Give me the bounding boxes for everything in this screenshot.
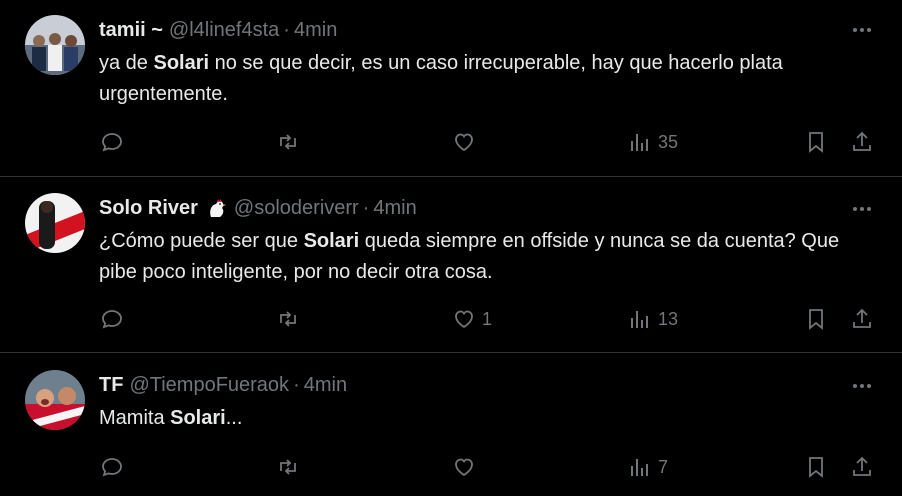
- reply-icon: [102, 310, 122, 329]
- separator-dot: ·: [362, 196, 370, 219]
- tweet[interactable]: tamii ~ @l4linef4sta · 4min ya de Solari…: [0, 0, 902, 177]
- action-bar: 7: [0, 452, 902, 482]
- view-count: 13: [658, 308, 679, 329]
- separator-dot: ·: [293, 373, 300, 396]
- share-icon: [853, 131, 871, 151]
- like-button[interactable]: [452, 127, 482, 157]
- more-icon: [853, 28, 871, 32]
- views-button[interactable]: 7: [628, 452, 668, 482]
- reply-button[interactable]: [100, 127, 130, 157]
- views-icon: [631, 459, 648, 476]
- reply-button[interactable]: [100, 452, 130, 482]
- display-name[interactable]: TF: [99, 374, 123, 397]
- user-handle[interactable]: @soloderiverr: [234, 197, 359, 220]
- user-handle[interactable]: @l4linef4sta: [169, 19, 279, 42]
- reply-button[interactable]: [100, 304, 130, 334]
- like-button[interactable]: 1: [452, 304, 492, 334]
- retweet-icon: [280, 459, 296, 475]
- retweet-icon: [280, 134, 296, 150]
- text-segment: ...: [225, 407, 243, 429]
- avatar[interactable]: [25, 193, 85, 253]
- like-count: 1: [482, 308, 493, 329]
- rooster-emoji-icon: [206, 197, 228, 219]
- view-count: 35: [658, 131, 679, 152]
- timestamp[interactable]: 4min: [304, 374, 347, 397]
- text-segment: Mamita: [99, 407, 171, 429]
- views-icon: [631, 134, 648, 151]
- highlighted-keyword: Solari: [170, 407, 226, 429]
- retweet-button[interactable]: [276, 127, 306, 157]
- share-button[interactable]: [850, 127, 874, 157]
- tweet[interactable]: Solo River @soloderiverr · 4min ¿Cómo pu…: [0, 177, 902, 353]
- retweet-button[interactable]: [276, 452, 306, 482]
- bookmark-button[interactable]: [804, 452, 828, 482]
- tweet-header: tamii ~ @l4linef4sta · 4min: [99, 15, 337, 45]
- bookmark-icon: [809, 457, 823, 478]
- more-options-button[interactable]: [850, 18, 874, 42]
- more-icon: [853, 207, 871, 211]
- tweet[interactable]: TF @TiempoFueraok · 4min Mamita Solari..…: [0, 353, 902, 496]
- display-name[interactable]: Solo River: [99, 197, 198, 220]
- avatar[interactable]: [25, 370, 85, 430]
- view-count: 7: [658, 456, 669, 477]
- retweet-button[interactable]: [276, 304, 306, 334]
- highlighted-keyword: Solari: [303, 230, 360, 252]
- separator-dot: ·: [283, 18, 290, 41]
- more-options-button[interactable]: [850, 197, 874, 221]
- views-icon: [631, 311, 648, 328]
- highlighted-keyword: Solari: [153, 52, 210, 74]
- text-segment: ¿Cómo puede ser que: [99, 230, 304, 252]
- timestamp[interactable]: 4min: [294, 19, 337, 42]
- bookmark-button[interactable]: [804, 127, 828, 157]
- share-button[interactable]: [850, 452, 874, 482]
- tweet-text: Mamita Solari...: [99, 403, 862, 434]
- tweet-text: ¿Cómo puede ser que Solari queda siempre…: [99, 226, 862, 288]
- bookmark-icon: [809, 309, 823, 330]
- reply-icon: [102, 458, 122, 477]
- user-handle[interactable]: @TiempoFueraok: [129, 374, 289, 397]
- more-icon: [853, 384, 871, 388]
- like-icon: [455, 310, 473, 329]
- share-icon: [853, 456, 871, 476]
- share-icon: [853, 308, 871, 328]
- bookmark-button[interactable]: [804, 304, 828, 334]
- like-icon: [455, 133, 473, 152]
- tweet-header: Solo River @soloderiverr · 4min: [99, 193, 417, 223]
- text-segment: ya de: [99, 52, 154, 74]
- bookmark-icon: [809, 132, 823, 153]
- tweet-text: ya de Solari no se que decir, es un caso…: [99, 48, 862, 110]
- views-button[interactable]: 35: [628, 127, 678, 157]
- avatar[interactable]: [25, 15, 85, 75]
- share-button[interactable]: [850, 304, 874, 334]
- retweet-icon: [280, 311, 296, 327]
- action-bar: 1 13: [0, 304, 902, 334]
- like-button[interactable]: [452, 452, 482, 482]
- display-name[interactable]: tamii ~: [99, 19, 163, 42]
- like-icon: [455, 458, 473, 477]
- views-button[interactable]: 13: [628, 304, 678, 334]
- action-bar: 35: [0, 127, 902, 157]
- more-options-button[interactable]: [850, 374, 874, 398]
- reply-icon: [102, 133, 122, 152]
- timestamp[interactable]: 4min: [373, 197, 416, 220]
- tweet-header: TF @TiempoFueraok · 4min: [99, 370, 347, 400]
